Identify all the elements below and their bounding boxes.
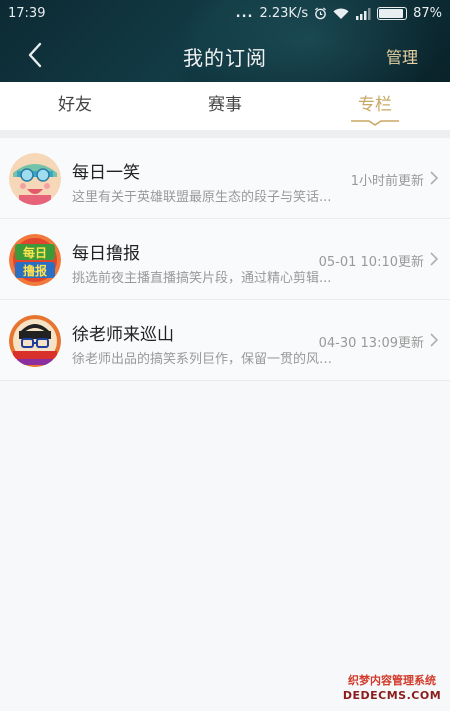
app-header: 17:39 ... 2.23K/s 87% 我的订阅 管理 (0, 0, 450, 82)
item-description: 这里有关于英雄联盟最原生态的段子与笑话... (72, 190, 332, 205)
tab-events[interactable]: 赛事 (150, 82, 300, 130)
subscription-list: 每日一笑 这里有关于英雄联盟最原生态的段子与笑话... 1小时前更新 每日 撸报… (0, 138, 450, 381)
watermark-line1: 织梦内容管理系统 (348, 674, 436, 687)
item-title: 徐老师来巡山 (72, 325, 174, 345)
avatar-text-bottom: 撸报 (23, 263, 47, 278)
tab-bar: 好友 赛事 专栏 (0, 82, 450, 130)
daily-report-logo-icon: 每日 撸报 (9, 234, 61, 286)
network-speed: 2.23K/s (259, 6, 309, 21)
battery-fill (379, 9, 404, 18)
watermark-line2: DEDECMS.COM (342, 689, 442, 702)
tab-friends[interactable]: 好友 (0, 82, 150, 130)
cartoon-face-icon (9, 153, 61, 205)
page-title: 我的订阅 (183, 46, 267, 70)
item-description: 徐老师出品的搞笑系列巨作，保留一贯的风格... (72, 352, 344, 367)
wifi-icon (333, 8, 349, 19)
avatar: 每日 撸报 (9, 234, 61, 286)
item-updated-time: 04-30 13:09更新 (318, 336, 424, 351)
item-title: 每日一笑 (72, 163, 140, 183)
list-item[interactable]: 徐老师来巡山 徐老师出品的搞笑系列巨作，保留一贯的风格... 04-30 13:… (0, 300, 450, 381)
status-bar: 17:39 ... 2.23K/s 87% (0, 0, 450, 28)
status-time: 17:39 (8, 6, 46, 21)
watermark: 织梦内容管理系统 DEDECMS.COM (338, 673, 446, 707)
item-title: 每日撸报 (72, 244, 140, 264)
chevron-right-icon (430, 171, 439, 185)
battery-icon (377, 7, 408, 20)
chevron-right-icon (430, 252, 439, 266)
tab-columns[interactable]: 专栏 (300, 82, 450, 130)
item-description: 挑选前夜主播直播搞笑片段，通过精心剪辑... (72, 271, 332, 286)
chevron-right-icon (430, 333, 439, 347)
teacher-avatar-icon (9, 315, 61, 367)
tab-label: 赛事 (208, 95, 242, 115)
battery-percent: 87% (413, 6, 442, 21)
avatar (9, 153, 61, 205)
avatar-text-top: 每日 (23, 245, 47, 260)
active-tab-indicator (351, 120, 399, 126)
tab-label: 好友 (58, 95, 92, 115)
signal-icon (356, 7, 371, 20)
manage-button[interactable]: 管理 (386, 44, 418, 68)
list-item[interactable]: 每日 撸报 每日撸报 挑选前夜主播直播搞笑片段，通过精心剪辑... 05-01 … (0, 219, 450, 300)
alarm-icon (315, 7, 327, 20)
section-divider (0, 130, 450, 138)
status-icons: ... 2.23K/s 87% (236, 6, 442, 21)
title-bar: 我的订阅 管理 (0, 28, 450, 82)
item-updated-time: 05-01 10:10更新 (318, 255, 424, 270)
avatar (9, 315, 61, 367)
item-updated-time: 1小时前更新 (350, 174, 424, 189)
notification-dots: ... (235, 6, 254, 21)
tab-label: 专栏 (358, 95, 392, 115)
list-item[interactable]: 每日一笑 这里有关于英雄联盟最原生态的段子与笑话... 1小时前更新 (0, 138, 450, 219)
